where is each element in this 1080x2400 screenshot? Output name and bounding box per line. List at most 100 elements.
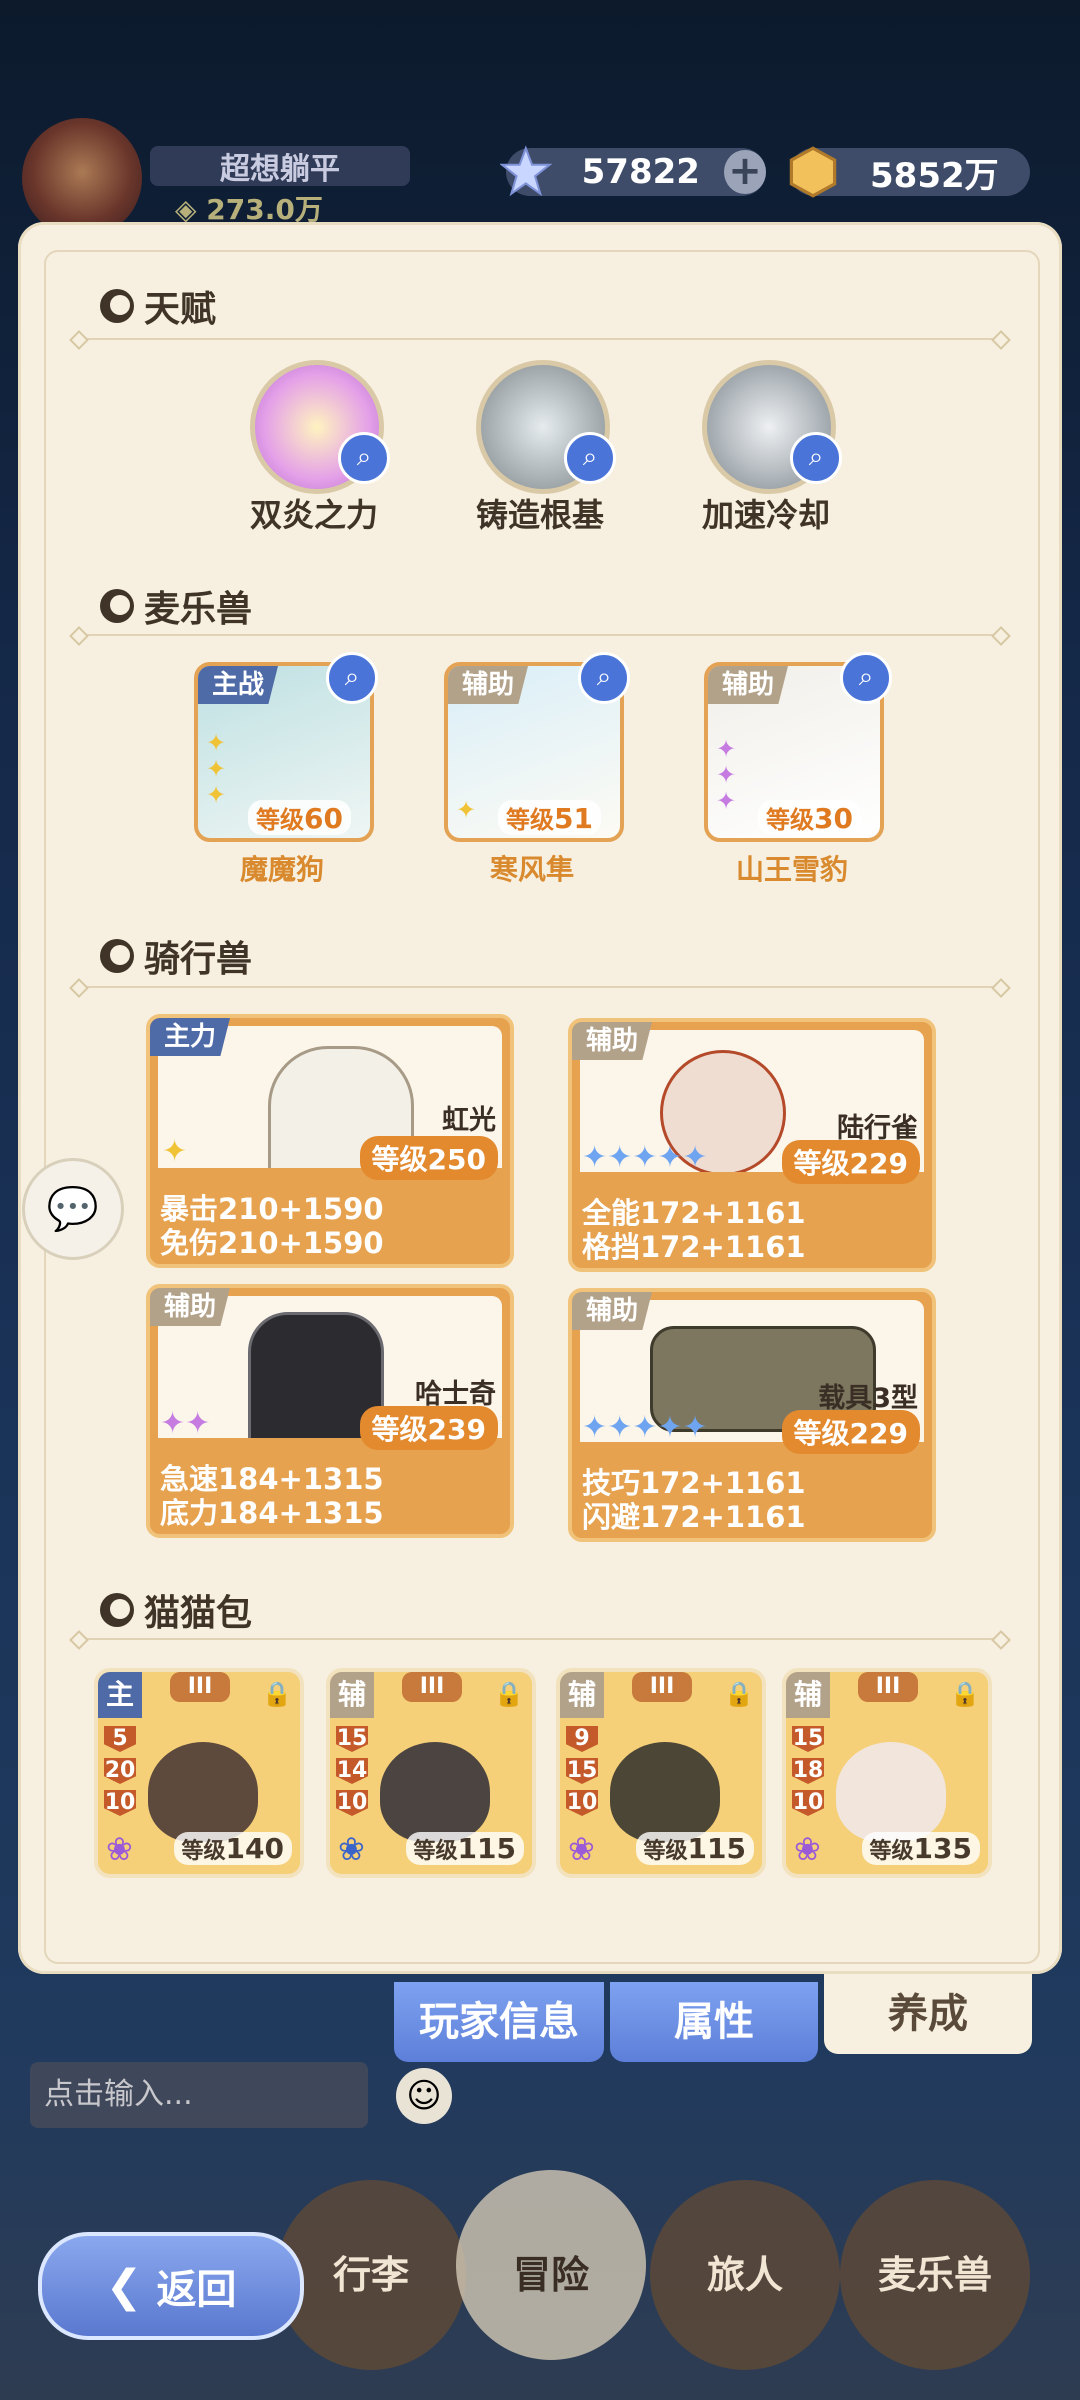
level-label: 等级	[256, 806, 304, 834]
level-label: 等级	[181, 1839, 226, 1864]
section-title-cat-text: 猫猫包	[144, 1593, 253, 1634]
profile-name: 超想躺平	[150, 146, 410, 187]
section-divider	[80, 338, 1000, 340]
chat-bubble-button[interactable]: 💬	[22, 1158, 124, 1260]
mount-tag: 辅助	[572, 1022, 653, 1060]
moon-icon	[100, 1593, 134, 1627]
cat-card-2[interactable]: 辅 III 🔒 15 14 10 ❀ 等级115	[326, 1668, 536, 1878]
mount-stat: 底力184+1315	[160, 1496, 384, 1530]
cat-card-4[interactable]: 辅 III 🔒 15 18 10 ❀ 等级135	[782, 1668, 992, 1878]
section-title-mount-text: 骑行兽	[144, 939, 253, 980]
level-value: 115	[687, 1832, 746, 1865]
lock-icon[interactable]: 🔒	[262, 1680, 292, 1708]
coin-icon	[789, 146, 837, 198]
chat-icon: 💬	[46, 1184, 100, 1233]
cat-stat: 10	[566, 1790, 598, 1816]
level-label: 等级	[643, 1839, 688, 1864]
talent-3[interactable]: ⌕	[702, 360, 842, 494]
talent-3-name: 加速冷却	[701, 496, 830, 534]
paw-icon: ❀	[338, 1830, 365, 1868]
cat-tag: 主	[98, 1672, 142, 1718]
back-button[interactable]: ❮ 返回	[38, 2232, 304, 2340]
cat-rank: III	[632, 1672, 692, 1702]
cat-illustration	[380, 1742, 490, 1842]
moon-icon	[100, 289, 134, 323]
cat-card-1[interactable]: 主 III 🔒 5 20 10 ❀ 等级140	[94, 1668, 304, 1878]
mount-stat: 免伤210+1590	[160, 1226, 384, 1260]
lock-icon[interactable]: 🔒	[950, 1680, 980, 1708]
section-title-pet-text: 麦乐兽	[144, 589, 253, 630]
back-arrow-icon: ❮	[105, 2260, 143, 2312]
cat-rank: III	[402, 1672, 462, 1702]
level-value: 140	[225, 1832, 284, 1865]
cat-stat: 5	[104, 1726, 136, 1752]
cat-tag: 辅	[330, 1672, 374, 1718]
pet-3-magnifier-icon[interactable]: ⌕	[840, 652, 892, 704]
mount-card-1[interactable]: 主力 虹光 等级250 ✦ 暴击210+1590 免伤210+1590	[146, 1014, 514, 1268]
tab-player-info[interactable]: 玩家信息	[394, 1982, 604, 2062]
pet-tag-sub: 辅助	[448, 666, 529, 704]
mount-level: 等级239	[359, 1406, 498, 1450]
emoji-icon[interactable]: ☺	[396, 2068, 452, 2124]
section-divider	[80, 986, 1000, 988]
pet-1-name: 魔魔狗	[239, 853, 324, 886]
tab-training[interactable]: 养成	[824, 1974, 1032, 2054]
mount-card-2[interactable]: 辅助 陆行雀 等级229 ✦✦✦✦✦ 全能172+1161 格挡172+1161	[568, 1018, 936, 1272]
talent-1[interactable]: ⌕	[250, 360, 390, 494]
paw-icon: ❀	[794, 1830, 821, 1868]
nav-traveler-label: 旅人	[706, 2253, 783, 2297]
level-label: 等级	[413, 1839, 458, 1864]
coin-value: 5852万	[870, 155, 999, 196]
coin-counter: 5852万	[789, 146, 1030, 198]
cat-level: 等级115	[635, 1832, 754, 1865]
cat-stat: 15	[336, 1726, 368, 1752]
section-divider	[80, 1638, 1000, 1640]
cat-stat: 15	[566, 1758, 598, 1784]
section-title-talent: 天赋	[100, 280, 216, 332]
star-gem-icon	[500, 145, 552, 197]
pet-level: 等级30	[758, 800, 861, 835]
star-rating-icon: ✦ ✦ ✦	[716, 735, 737, 815]
mount-level: 等级229	[781, 1410, 920, 1454]
nav-adventure[interactable]: 冒险	[456, 2170, 646, 2360]
nav-traveler[interactable]: 旅人	[650, 2180, 840, 2370]
cat-stat: 10	[792, 1790, 824, 1816]
tab-attributes[interactable]: 属性	[610, 1982, 818, 2062]
cat-illustration	[148, 1742, 258, 1842]
level-label: 等级	[766, 806, 814, 834]
moon-icon	[100, 589, 134, 623]
pet-1-magnifier-icon[interactable]: ⌕	[326, 652, 378, 704]
lock-icon[interactable]: 🔒	[494, 1680, 524, 1708]
mount-card-4[interactable]: 辅助 载具3型 等级229 ✦✦✦✦✦ 技巧172+1161 闪避172+116…	[568, 1288, 936, 1542]
talent-2[interactable]: ⌕	[476, 360, 616, 494]
cat-card-3[interactable]: 辅 III 🔒 9 15 10 ❀ 等级115	[556, 1668, 766, 1878]
mount-name: 虹光	[442, 1105, 496, 1136]
mount-stat: 格挡172+1161	[582, 1230, 806, 1264]
add-gem-button[interactable]: +	[723, 150, 766, 194]
magnifier-icon[interactable]: ⌕	[564, 432, 616, 484]
mount-card-3[interactable]: 辅助 哈士奇 等级239 ✦✦ 急速184+1315 底力184+1315	[146, 1284, 514, 1538]
pet-tag-main: 主战	[198, 666, 279, 704]
magnifier-icon[interactable]: ⌕	[338, 432, 390, 484]
level-value: 60	[304, 802, 343, 835]
level-label: 等级	[506, 806, 554, 834]
mount-level: 等级250	[359, 1136, 498, 1180]
cat-illustration	[610, 1742, 720, 1842]
nav-luggage[interactable]: 行李	[276, 2180, 466, 2370]
cat-level: 等级115	[405, 1832, 524, 1865]
cat-illustration	[836, 1742, 946, 1842]
cat-tag: 辅	[786, 1672, 830, 1718]
lock-icon[interactable]: 🔒	[724, 1680, 754, 1708]
mount-tag: 辅助	[150, 1288, 231, 1326]
chat-input[interactable]: 点击输入...	[30, 2062, 368, 2128]
talent-1-name: 双炎之力	[249, 496, 378, 534]
section-title-talent-text: 天赋	[144, 289, 217, 330]
nav-pets[interactable]: 麦乐兽	[840, 2180, 1030, 2370]
pet-2-magnifier-icon[interactable]: ⌕	[578, 652, 630, 704]
profile-avatar[interactable]	[22, 118, 142, 238]
section-title-mount: 骑行兽	[100, 930, 252, 982]
back-button-label: 返回	[156, 2267, 237, 2313]
magnifier-icon[interactable]: ⌕	[790, 432, 842, 484]
pet-2-name: 寒风隼	[489, 853, 574, 886]
cat-stat: 20	[104, 1758, 136, 1784]
